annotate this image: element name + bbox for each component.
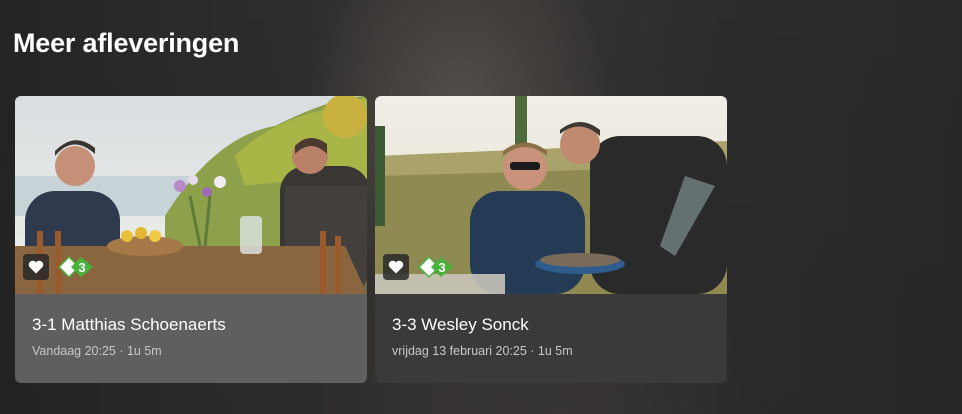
episode-card[interactable]: 3 3-3 Wesley Sonck vrijdag 13 februari 2… bbox=[375, 96, 727, 383]
favorite-heart-icon[interactable] bbox=[23, 254, 49, 280]
episode-meta: Vandaag 20:25 · 1u 5m bbox=[32, 344, 162, 358]
section-title: Meer afleveringen bbox=[13, 28, 240, 58]
svg-text:3: 3 bbox=[78, 260, 85, 275]
episode-title: 3-3 Wesley Sonck bbox=[392, 315, 529, 334]
episode-meta: vrijdag 13 februari 20:25 · 1u 5m bbox=[392, 344, 573, 358]
episode-title: 3-1 Matthias Schoenaerts bbox=[32, 315, 226, 334]
favorite-heart-icon[interactable] bbox=[383, 254, 409, 280]
svg-text:3: 3 bbox=[438, 260, 445, 275]
npo3-logo-icon: 3 bbox=[417, 254, 455, 280]
npo3-logo-icon: 3 bbox=[57, 254, 95, 280]
episode-card[interactable]: 3 3-1 Matthias Schoenaerts Vandaag 20:25… bbox=[15, 96, 367, 383]
